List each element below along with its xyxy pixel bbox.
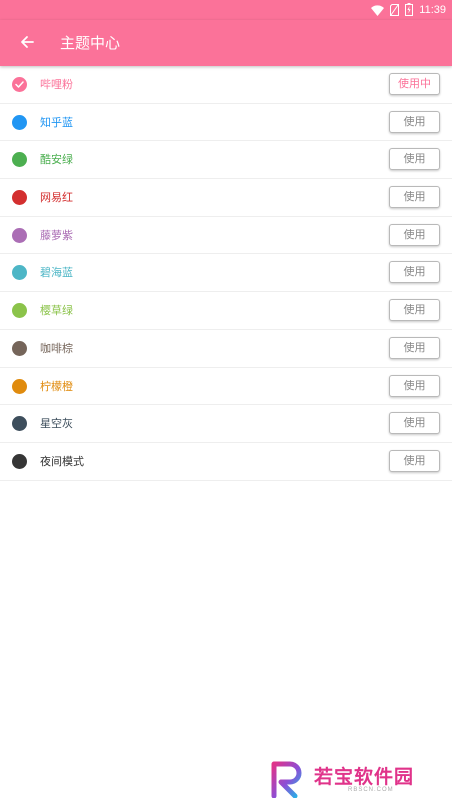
status-icons: 11:39 xyxy=(371,2,446,18)
color-dot xyxy=(12,453,27,469)
use-button[interactable]: 使用 xyxy=(389,449,440,472)
theme-row-coffee-brown: 咖啡棕 使用 xyxy=(0,330,452,368)
theme-row-starry-grey: 星空灰 使用 xyxy=(0,405,452,443)
theme-name: 夜间模式 xyxy=(40,454,84,468)
sim-card-icon xyxy=(390,1,400,20)
theme-row-bilibili-pink: 哔哩粉 使用中 xyxy=(0,66,452,104)
theme-list: 哔哩粉 使用中 知乎蓝 使用 酷安绿 使用 网易红 使用 藤萝紫 使用 碧海蓝 … xyxy=(0,66,452,481)
page-title: 主题中心 xyxy=(60,34,121,52)
theme-name: 星空灰 xyxy=(40,417,73,431)
theme-name: 知乎蓝 xyxy=(40,115,73,129)
color-dot xyxy=(12,227,27,243)
color-dot xyxy=(12,77,27,92)
wifi-icon xyxy=(371,1,385,20)
use-button[interactable]: 使用 xyxy=(389,186,440,209)
color-dot xyxy=(12,265,27,281)
use-button[interactable]: 使用 xyxy=(389,412,440,435)
use-button[interactable]: 使用 xyxy=(389,223,440,246)
theme-row-night-mode: 夜间模式 使用 xyxy=(0,443,452,481)
color-dot xyxy=(12,190,27,206)
color-dot xyxy=(12,303,27,319)
status-bar: 11:39 xyxy=(0,0,452,20)
theme-row-coolapk-green: 酷安绿 使用 xyxy=(0,141,452,180)
theme-name: 柠檬橙 xyxy=(40,379,73,393)
theme-row-wisteria-purple: 藤萝紫 使用 xyxy=(0,217,452,255)
theme-name: 哔哩粉 xyxy=(40,78,73,91)
theme-name: 咖啡棕 xyxy=(40,341,73,355)
use-button[interactable]: 使用 xyxy=(389,148,440,171)
theme-name: 樱草绿 xyxy=(40,304,73,318)
arrow-left-icon xyxy=(20,34,34,53)
watermark-subtext: RBSCN.COM xyxy=(348,787,394,793)
theme-name: 酷安绿 xyxy=(40,153,73,167)
color-dot xyxy=(12,152,27,168)
theme-row-lemon-orange: 柠檬橙 使用 xyxy=(0,368,452,406)
color-dot xyxy=(12,340,27,356)
watermark: 若宝软件园 RBSCN.COM xyxy=(270,760,440,799)
toolbar: 主题中心 xyxy=(0,20,452,66)
theme-row-sea-blue: 碧海蓝 使用 xyxy=(0,254,452,293)
watermark-text: 若宝软件园 xyxy=(314,766,415,788)
back-button[interactable] xyxy=(14,30,40,56)
theme-row-zhihu-blue: 知乎蓝 使用 xyxy=(0,104,452,142)
color-dot xyxy=(12,416,27,432)
theme-row-primrose-green: 樱草绿 使用 xyxy=(0,292,452,330)
status-time: 11:39 xyxy=(419,4,446,16)
use-button[interactable]: 使用 xyxy=(389,261,440,284)
color-dot xyxy=(12,378,27,394)
use-button[interactable]: 使用 xyxy=(389,110,440,133)
use-button[interactable]: 使用 xyxy=(389,374,440,397)
theme-name: 碧海蓝 xyxy=(40,266,73,280)
battery-icon xyxy=(405,1,414,20)
theme-name: 网易红 xyxy=(40,191,73,205)
check-icon xyxy=(15,81,24,88)
watermark-logo-icon xyxy=(270,760,308,802)
in-use-button[interactable]: 使用中 xyxy=(389,73,440,95)
use-button[interactable]: 使用 xyxy=(389,299,440,322)
color-dot xyxy=(12,114,27,130)
theme-name: 藤萝紫 xyxy=(40,228,73,242)
theme-row-netease-red: 网易红 使用 xyxy=(0,179,452,217)
use-button[interactable]: 使用 xyxy=(389,336,440,359)
